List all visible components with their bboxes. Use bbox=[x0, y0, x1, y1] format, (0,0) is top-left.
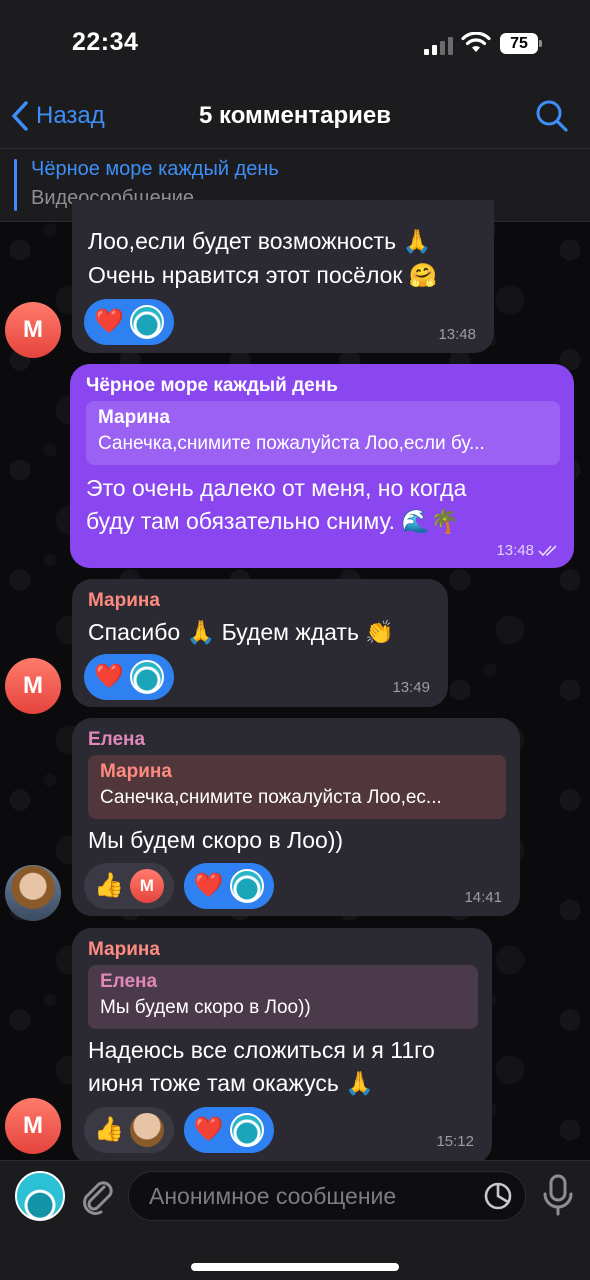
sender-name: Елена bbox=[88, 729, 146, 750]
reactor-avatar-photo bbox=[129, 1113, 164, 1147]
message-time: 13:49 bbox=[392, 679, 430, 696]
message-bubble-own[interactable]: Чёрное море каждый день Марина Санечка,с… bbox=[70, 364, 574, 568]
reactor-avatar: М bbox=[129, 869, 164, 903]
avatar[interactable]: М bbox=[5, 658, 61, 714]
channel-avatar-icon bbox=[129, 660, 164, 694]
double-check-icon bbox=[538, 544, 557, 556]
reaction-thumbs-up[interactable]: 👍 М bbox=[84, 863, 174, 909]
sticker-icon[interactable] bbox=[484, 1182, 512, 1210]
wifi-icon bbox=[461, 32, 491, 52]
message-bubble[interactable]: Лоо,если будет возможность 🙏 Очень нрави… bbox=[72, 200, 494, 353]
message-line: Лоо,если будет возможность 🙏 bbox=[88, 228, 432, 254]
back-label: Назад bbox=[36, 102, 105, 129]
pinned-channel-name: Чёрное море каждый день bbox=[31, 158, 279, 180]
heart-icon: ❤️ bbox=[193, 872, 224, 899]
message-line: Мы будем скоро в Лоо)) bbox=[88, 827, 344, 853]
message-line: буду там обязательно сниму. 🌊🌴 bbox=[86, 508, 459, 534]
reply-quote[interactable]: Марина Санечка,снимите пожалуйста Лоо,ес… bbox=[88, 755, 506, 819]
reply-text: Мы будем скоро в Лоо)) bbox=[100, 997, 311, 1018]
avatar[interactable]: М bbox=[5, 1098, 61, 1154]
reply-text: Санечка,снимите пожалуйста Лоо,ес... bbox=[100, 787, 442, 808]
message-time: 13:48 bbox=[438, 326, 476, 343]
reaction-heart[interactable]: ❤️ bbox=[183, 1107, 274, 1153]
message-line: Надеюсь все сложиться и я 11го bbox=[88, 1037, 435, 1063]
heart-icon: ❤️ bbox=[94, 663, 124, 690]
status-time: 22:34 bbox=[72, 28, 139, 56]
home-indicator bbox=[191, 1263, 399, 1271]
nav-header: Назад 5 комментариев bbox=[0, 90, 590, 148]
reaction-heart[interactable]: ❤️ bbox=[183, 863, 274, 909]
message-line: Очень нравится этот посёлок 🤗 bbox=[88, 262, 438, 288]
status-bar: 22:34 75 bbox=[0, 0, 590, 90]
battery-indicator: 75 bbox=[500, 33, 542, 54]
reaction-heart[interactable]: ❤️ bbox=[84, 299, 174, 345]
message-input[interactable] bbox=[128, 1171, 526, 1221]
reply-text: Санечка,снимите пожалуйста Лоо,если бу..… bbox=[98, 433, 485, 454]
message-line: июня тоже там окажусь 🙏 bbox=[88, 1070, 374, 1096]
reply-author: Марина bbox=[100, 761, 172, 782]
message-time-value: 13:48 bbox=[496, 542, 534, 559]
sender-name: Марина bbox=[88, 590, 160, 611]
microphone-icon[interactable] bbox=[540, 1173, 576, 1219]
channel-avatar-icon bbox=[129, 305, 164, 339]
channel-avatar-icon bbox=[229, 1113, 264, 1147]
pinned-accent-bar bbox=[14, 159, 17, 211]
reply-quote[interactable]: Елена Мы будем скоро в Лоо)) bbox=[88, 965, 478, 1029]
paperclip-icon[interactable] bbox=[78, 1175, 116, 1215]
avatar[interactable]: М bbox=[5, 302, 61, 358]
reaction-thumbs-up[interactable]: 👍 bbox=[84, 1107, 174, 1153]
reactions: 👍 ❤️ bbox=[84, 1107, 274, 1153]
reply-author: Марина bbox=[98, 407, 170, 428]
composer-bar bbox=[0, 1160, 590, 1280]
message-line: Спасибо 🙏 Будем ждать 👏 bbox=[88, 619, 394, 645]
back-button[interactable]: Назад bbox=[10, 96, 105, 136]
reactions: 👍 М ❤️ bbox=[84, 863, 274, 909]
sender-name: Марина bbox=[88, 939, 160, 960]
message-time: 14:41 bbox=[464, 889, 502, 906]
heart-icon: ❤️ bbox=[94, 308, 124, 335]
channel-avatar-icon bbox=[229, 869, 264, 903]
reaction-heart[interactable]: ❤️ bbox=[84, 654, 174, 700]
message-bubble[interactable]: Марина Елена Мы будем скоро в Лоо)) Наде… bbox=[72, 928, 492, 1164]
message-bubble[interactable]: Марина Спасибо 🙏 Будем ждать 👏 ❤️ 13:49 bbox=[72, 579, 448, 707]
sender-name: Чёрное море каждый день bbox=[86, 375, 338, 396]
chevron-left-icon bbox=[12, 101, 28, 131]
message-time: 15:12 bbox=[436, 1133, 474, 1150]
search-icon[interactable] bbox=[534, 98, 570, 134]
message-bubble[interactable]: Елена Марина Санечка,снимите пожалуйста … bbox=[72, 718, 520, 916]
reply-author: Елена bbox=[100, 971, 158, 992]
reply-quote[interactable]: Марина Санечка,снимите пожалуйста Лоо,ес… bbox=[86, 401, 560, 465]
thumbs-up-icon: 👍 bbox=[94, 872, 124, 899]
reactions: ❤️ bbox=[84, 299, 174, 345]
message-time: 13:48 bbox=[496, 542, 560, 559]
heart-icon: ❤️ bbox=[193, 1116, 224, 1143]
thumbs-up-icon: 👍 bbox=[94, 1116, 124, 1143]
send-as-channel-avatar[interactable] bbox=[15, 1171, 65, 1221]
message-line: Это очень далеко от меня, но когда bbox=[86, 475, 467, 501]
avatar-photo[interactable] bbox=[5, 865, 61, 921]
reactions: ❤️ bbox=[84, 654, 174, 700]
cellular-signal-icon bbox=[424, 35, 454, 55]
